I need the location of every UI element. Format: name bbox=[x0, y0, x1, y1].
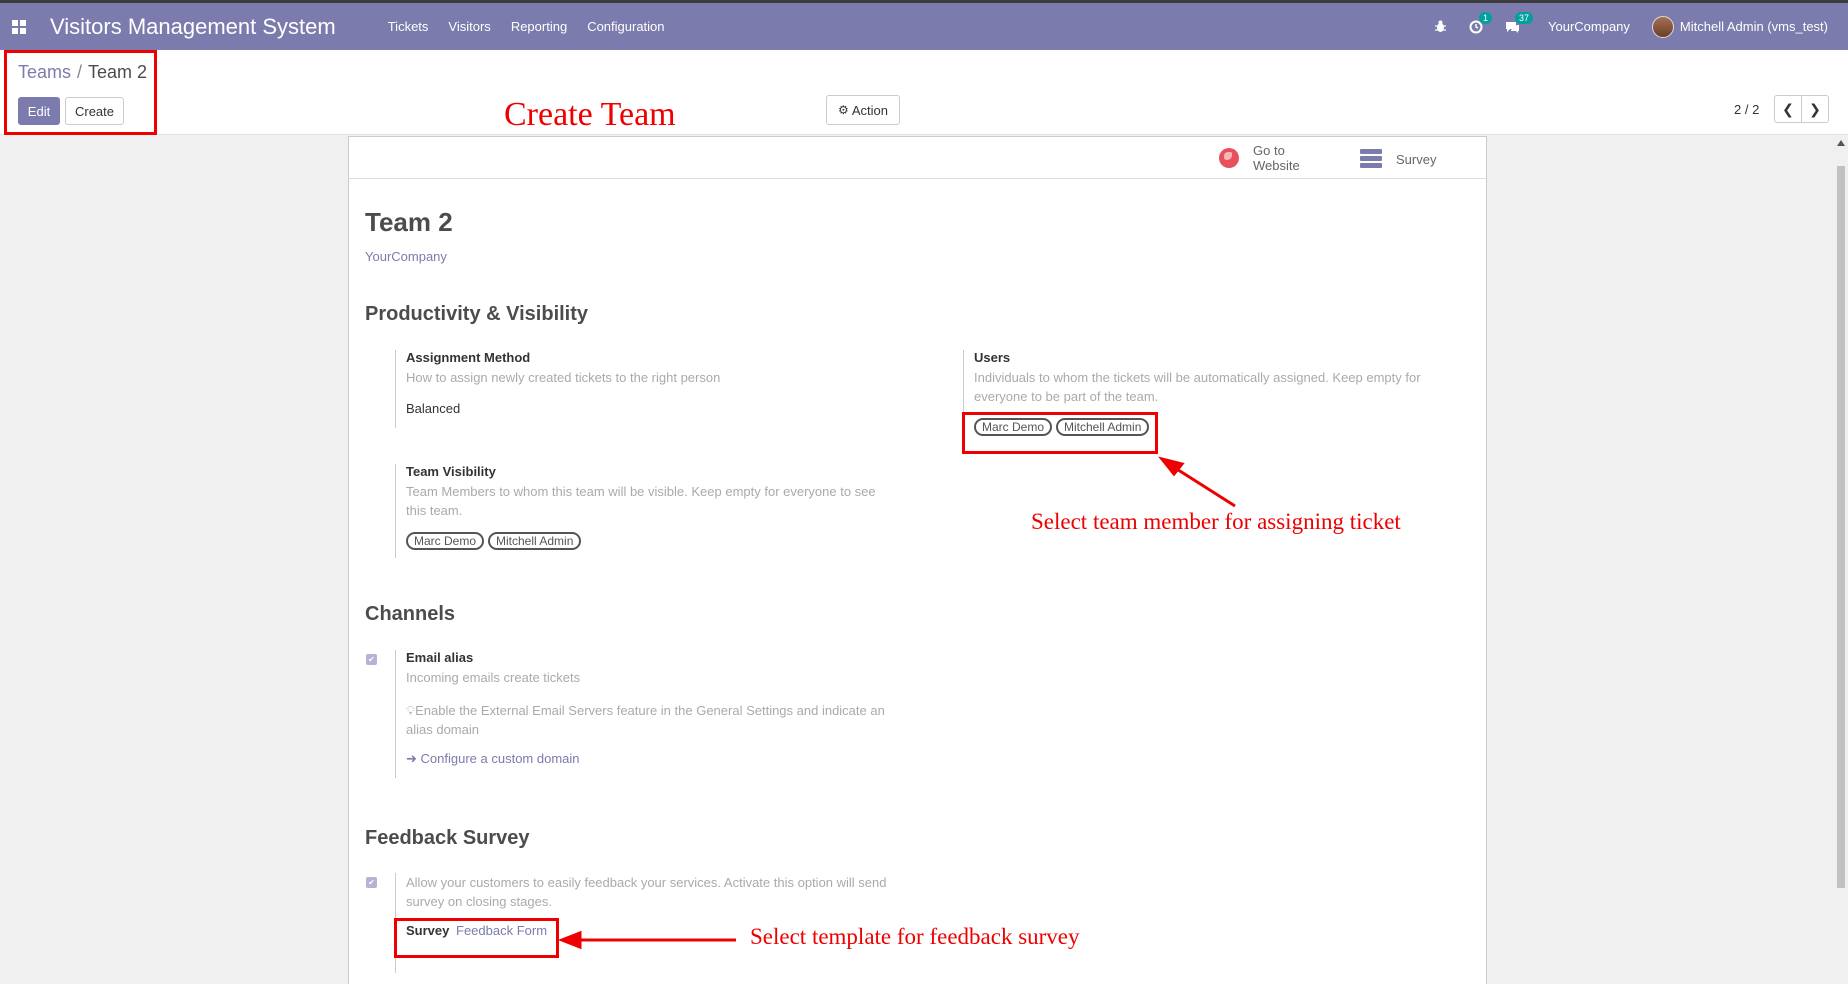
team-visibility-label: Team Visibility bbox=[406, 464, 496, 479]
action-label: Action bbox=[851, 102, 888, 118]
email-alias-setting: Email alias Incoming emails create ticke… bbox=[395, 650, 895, 778]
chevron-left-icon: ❮ bbox=[1782, 100, 1794, 117]
website-label-line1: Go to bbox=[1253, 143, 1285, 158]
messages-badge: 37 bbox=[1515, 11, 1534, 24]
pager-next-button[interactable]: ❯ bbox=[1801, 95, 1829, 123]
email-alias-checkbox[interactable]: ✔ bbox=[366, 654, 377, 665]
section-feedback-heading: Feedback Survey bbox=[365, 827, 530, 849]
top-navbar: Visitors Management System Tickets Visit… bbox=[0, 0, 1848, 50]
breadcrumb: Teams / Team 2 bbox=[18, 62, 147, 83]
visibility-tag[interactable]: Mitchell Admin bbox=[488, 532, 582, 550]
server-stack-icon bbox=[1360, 149, 1382, 169]
company-switcher[interactable]: YourCompany bbox=[1548, 19, 1630, 34]
menu-configuration[interactable]: Configuration bbox=[577, 19, 674, 34]
user-name: Mitchell Admin (vms_test) bbox=[1679, 19, 1828, 34]
survey-field-value[interactable]: Feedback Form bbox=[456, 923, 547, 938]
annotation-select-member: Select team member for assigning ticket bbox=[1031, 509, 1401, 534]
users-tag[interactable]: Mitchell Admin bbox=[1056, 418, 1150, 436]
annotation-create-team: Create Team bbox=[504, 96, 676, 133]
menu-reporting[interactable]: Reporting bbox=[501, 19, 577, 34]
team-visibility-help: Team Members to whom this team will be v… bbox=[406, 484, 876, 518]
globe-icon bbox=[1219, 148, 1239, 168]
create-button[interactable]: Create bbox=[65, 97, 124, 125]
users-tag[interactable]: Marc Demo bbox=[974, 418, 1053, 436]
chevron-right-icon: ❯ bbox=[1809, 100, 1821, 117]
messages-chat-icon[interactable]: 37 bbox=[1505, 11, 1534, 34]
team-visibility-setting: Team Visibility Team Members to whom thi… bbox=[395, 464, 895, 558]
feedback-survey-setting: Allow your customers to easily feedback … bbox=[395, 873, 895, 973]
email-alias-label: Email alias bbox=[406, 650, 474, 665]
smart-button-box: Go to Website Survey bbox=[349, 137, 1486, 179]
page-scrollbar[interactable] bbox=[1834, 136, 1848, 984]
scroll-thumb[interactable] bbox=[1837, 166, 1845, 888]
pager-value[interactable]: 2 / 2 bbox=[1734, 102, 1759, 117]
activity-clock-icon[interactable]: 1 bbox=[1469, 11, 1493, 34]
avatar bbox=[1651, 15, 1674, 38]
email-alias-hint: Enable the External Email Servers featur… bbox=[406, 703, 885, 737]
visibility-tags[interactable]: Marc Demo Mitchell Admin bbox=[406, 532, 895, 550]
assignment-method-setting: Assignment Method How to assign newly cr… bbox=[395, 350, 895, 428]
email-alias-help: Incoming emails create tickets bbox=[406, 670, 581, 685]
breadcrumb-separator: / bbox=[77, 62, 83, 82]
feedback-survey-help: Allow your customers to easily feedback … bbox=[406, 875, 887, 909]
survey-field-label: Survey bbox=[406, 923, 450, 938]
annotation-select-template: Select template for feedback survey bbox=[750, 924, 1080, 949]
users-tags[interactable]: Marc Demo Mitchell Admin bbox=[974, 418, 1443, 436]
go-to-website-button[interactable]: Go to Website bbox=[1219, 143, 1300, 173]
main-menu: Tickets Visitors Reporting Configuration bbox=[378, 19, 675, 34]
pager-previous-button[interactable]: ❮ bbox=[1774, 95, 1802, 123]
menu-visitors[interactable]: Visitors bbox=[438, 19, 500, 34]
section-productivity-heading: Productivity & Visibility bbox=[365, 303, 589, 325]
app-title[interactable]: Visitors Management System bbox=[50, 14, 336, 40]
apps-menu-icon[interactable] bbox=[12, 19, 26, 34]
company-field[interactable]: YourCompany bbox=[365, 249, 447, 264]
scroll-up-arrow-icon[interactable] bbox=[1837, 140, 1845, 146]
users-label: Users bbox=[974, 350, 1011, 365]
gear-icon: ⚙ bbox=[838, 103, 849, 117]
assignment-method-help: How to assign newly created tickets to t… bbox=[406, 370, 721, 385]
arrow-right-icon: ➜ bbox=[406, 751, 417, 766]
users-setting: Users Individuals to whom the tickets wi… bbox=[963, 350, 1443, 436]
assignment-method-value[interactable]: Balanced bbox=[406, 401, 895, 416]
lightbulb-icon: 💡︎ bbox=[406, 703, 416, 718]
action-button[interactable]: ⚙ Action bbox=[826, 95, 900, 125]
survey-smart-label: Survey bbox=[1396, 151, 1437, 167]
activity-badge: 1 bbox=[1479, 11, 1493, 24]
website-label-line2: Website bbox=[1253, 158, 1300, 173]
feedback-survey-checkbox[interactable]: ✔ bbox=[366, 877, 377, 888]
edit-button[interactable]: Edit bbox=[18, 97, 60, 125]
survey-smart-button[interactable]: Survey bbox=[1360, 149, 1436, 169]
breadcrumb-teams[interactable]: Teams bbox=[18, 62, 71, 82]
visibility-tag[interactable]: Marc Demo bbox=[406, 532, 485, 550]
section-channels-heading: Channels bbox=[365, 603, 456, 625]
assignment-method-label: Assignment Method bbox=[406, 350, 531, 365]
team-name[interactable]: Team 2 bbox=[365, 207, 453, 238]
configure-domain-link[interactable]: Configure a custom domain bbox=[421, 751, 580, 766]
debug-bug-icon[interactable] bbox=[1434, 20, 1447, 33]
menu-tickets[interactable]: Tickets bbox=[378, 19, 439, 34]
form-sheet: Go to Website Survey Team 2 YourCompany P… bbox=[348, 136, 1487, 984]
control-panel: Teams / Team 2 Edit Create ⚙ Action 2 / 2 ❮… bbox=[0, 50, 1848, 135]
user-menu[interactable]: Mitchell Admin (vms_test) bbox=[1651, 15, 1828, 38]
users-help: Individuals to whom the tickets will be … bbox=[974, 370, 1421, 404]
breadcrumb-current: Team 2 bbox=[88, 62, 148, 82]
